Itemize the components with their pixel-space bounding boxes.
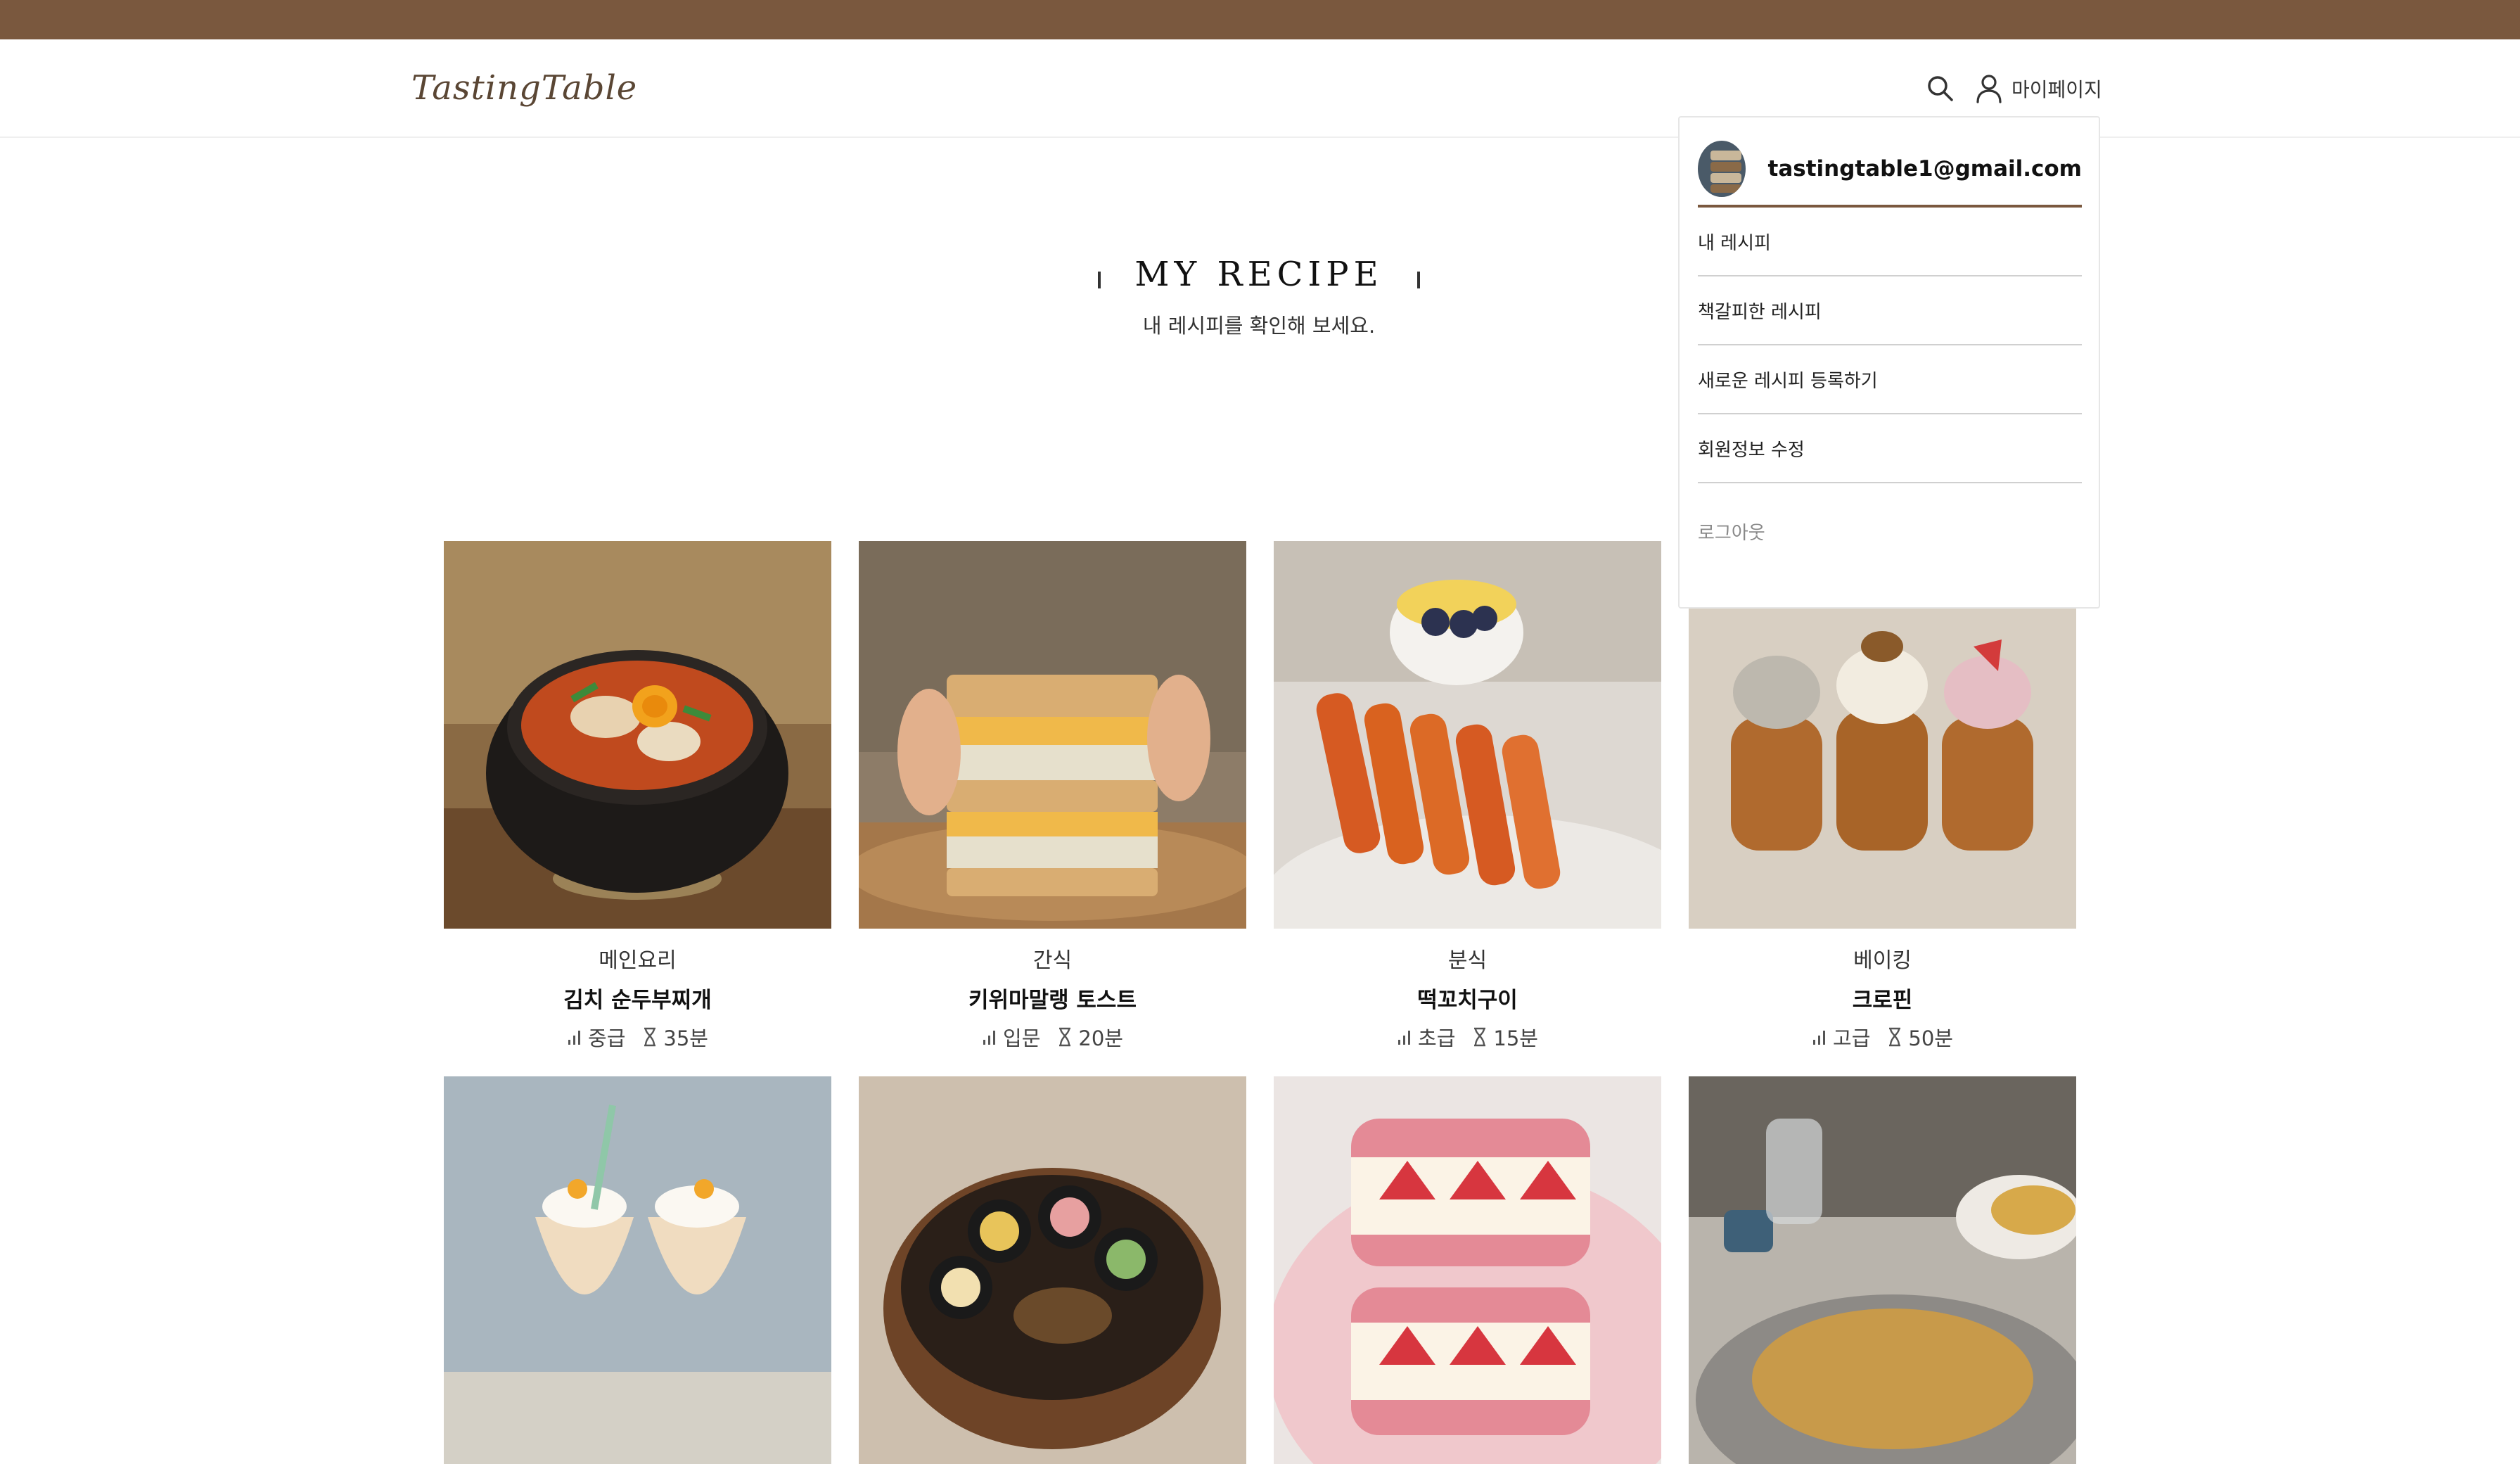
recipe-name[interactable]: 키위마말랭 토스트 bbox=[859, 982, 1246, 1014]
mypage-label: 마이페이지 bbox=[2011, 78, 2102, 101]
recipe-level-text: 중급 bbox=[588, 1026, 626, 1050]
recipe-time-text: 50분 bbox=[1908, 1026, 1953, 1050]
recipe-category: 베이킹 bbox=[1853, 948, 1912, 973]
user-email: tastingtable1@gmail.com bbox=[1767, 156, 2082, 182]
recipe-level: 입문 bbox=[982, 1022, 1040, 1052]
recipe-card[interactable]: 메인요리 김치 순두부찌개 중급 35분 bbox=[444, 541, 831, 1052]
hourglass-icon bbox=[644, 1027, 656, 1047]
search-button[interactable] bbox=[1925, 73, 1956, 104]
avatar bbox=[1698, 141, 1746, 197]
level-icon bbox=[1813, 1031, 1826, 1045]
level-icon bbox=[1398, 1031, 1411, 1045]
recipe-card[interactable] bbox=[444, 1076, 831, 1464]
recipe-name[interactable]: 김치 순두부찌개 bbox=[444, 982, 831, 1014]
recipe-image[interactable] bbox=[1274, 1076, 1661, 1464]
mypage-dropdown: tastingtable1@gmail.com 내 레시피 책갈피한 레시피 새… bbox=[1678, 116, 2100, 609]
recipe-time: 35분 bbox=[642, 1022, 708, 1052]
title-divider-right bbox=[1416, 272, 1420, 288]
profile-row: tastingtable1@gmail.com bbox=[1698, 133, 2082, 208]
recipe-level: 고급 bbox=[1812, 1022, 1870, 1052]
recipe-time: 20분 bbox=[1057, 1022, 1123, 1052]
recipe-meta: 입문 20분 bbox=[859, 1022, 1246, 1052]
recipe-time-text: 35분 bbox=[663, 1026, 708, 1050]
level-icon bbox=[983, 1031, 996, 1045]
recipe-image[interactable] bbox=[444, 541, 831, 929]
recipe-category: 분식 bbox=[1447, 948, 1488, 973]
menu-bookmarked-recipes[interactable]: 책갈피한 레시피 bbox=[1698, 276, 2082, 345]
recipe-time-text: 20분 bbox=[1078, 1026, 1123, 1050]
user-icon bbox=[1976, 75, 2002, 103]
recipe-category: 간식 bbox=[1032, 948, 1073, 973]
logout-button[interactable]: 로그아웃 bbox=[1698, 518, 1765, 547]
recipe-card[interactable]: 베이킹 크로핀 고급 50분 bbox=[1689, 541, 2076, 1052]
search-icon bbox=[1928, 76, 1953, 101]
recipe-image[interactable] bbox=[859, 541, 1246, 929]
recipe-image[interactable] bbox=[1689, 1076, 2076, 1464]
recipe-time: 15분 bbox=[1472, 1022, 1538, 1052]
recipe-image[interactable] bbox=[1274, 541, 1661, 929]
recipe-time: 50분 bbox=[1887, 1022, 1953, 1052]
hourglass-icon bbox=[1889, 1027, 1901, 1047]
site-logo[interactable]: TastingTable bbox=[411, 63, 637, 113]
title-divider-left bbox=[1098, 272, 1101, 288]
recipe-card[interactable]: 분식 떡꼬치구이 초급 15분 bbox=[1274, 541, 1661, 1052]
recipe-level: 중급 bbox=[567, 1022, 625, 1052]
site-header: TastingTable 마이페이지 bbox=[0, 39, 2520, 138]
recipe-meta: 초급 15분 bbox=[1274, 1022, 1661, 1052]
hourglass-icon bbox=[1474, 1027, 1486, 1047]
mypage-button[interactable]: 마이페이지 bbox=[1975, 70, 2102, 107]
recipe-meta: 고급 50분 bbox=[1689, 1022, 2076, 1052]
recipe-card[interactable] bbox=[859, 1076, 1246, 1464]
page-title: MY RECIPE bbox=[1055, 250, 1463, 299]
recipe-image[interactable] bbox=[859, 1076, 1246, 1464]
top-brand-bar bbox=[0, 0, 2520, 39]
recipe-level-text: 고급 bbox=[1833, 1026, 1871, 1050]
level-icon bbox=[568, 1031, 581, 1045]
recipe-level: 초급 bbox=[1397, 1022, 1455, 1052]
recipe-card[interactable]: 간식 키위마말랭 토스트 입문 20분 bbox=[859, 541, 1246, 1052]
hourglass-icon bbox=[1059, 1027, 1071, 1047]
page-subtitle: 내 레시피를 확인해 보세요. bbox=[1142, 314, 1376, 338]
recipe-name[interactable]: 크로핀 bbox=[1689, 982, 2076, 1014]
menu-new-recipe[interactable]: 새로운 레시피 등록하기 bbox=[1698, 345, 2082, 414]
recipe-level-text: 입문 bbox=[1003, 1026, 1041, 1050]
recipe-time-text: 15분 bbox=[1493, 1026, 1538, 1050]
page-title-text: MY RECIPE bbox=[1134, 255, 1383, 294]
recipe-card[interactable] bbox=[1274, 1076, 1661, 1464]
recipe-name[interactable]: 떡꼬치구이 bbox=[1274, 982, 1661, 1014]
recipe-meta: 중급 35분 bbox=[444, 1022, 831, 1052]
menu-my-recipes[interactable]: 내 레시피 bbox=[1698, 208, 2082, 276]
recipe-category: 메인요리 bbox=[599, 948, 677, 973]
recipe-image[interactable] bbox=[444, 1076, 831, 1464]
recipe-level-text: 초급 bbox=[1418, 1026, 1456, 1050]
menu-edit-profile[interactable]: 회원정보 수정 bbox=[1698, 414, 2082, 483]
recipe-card[interactable] bbox=[1689, 1076, 2076, 1464]
